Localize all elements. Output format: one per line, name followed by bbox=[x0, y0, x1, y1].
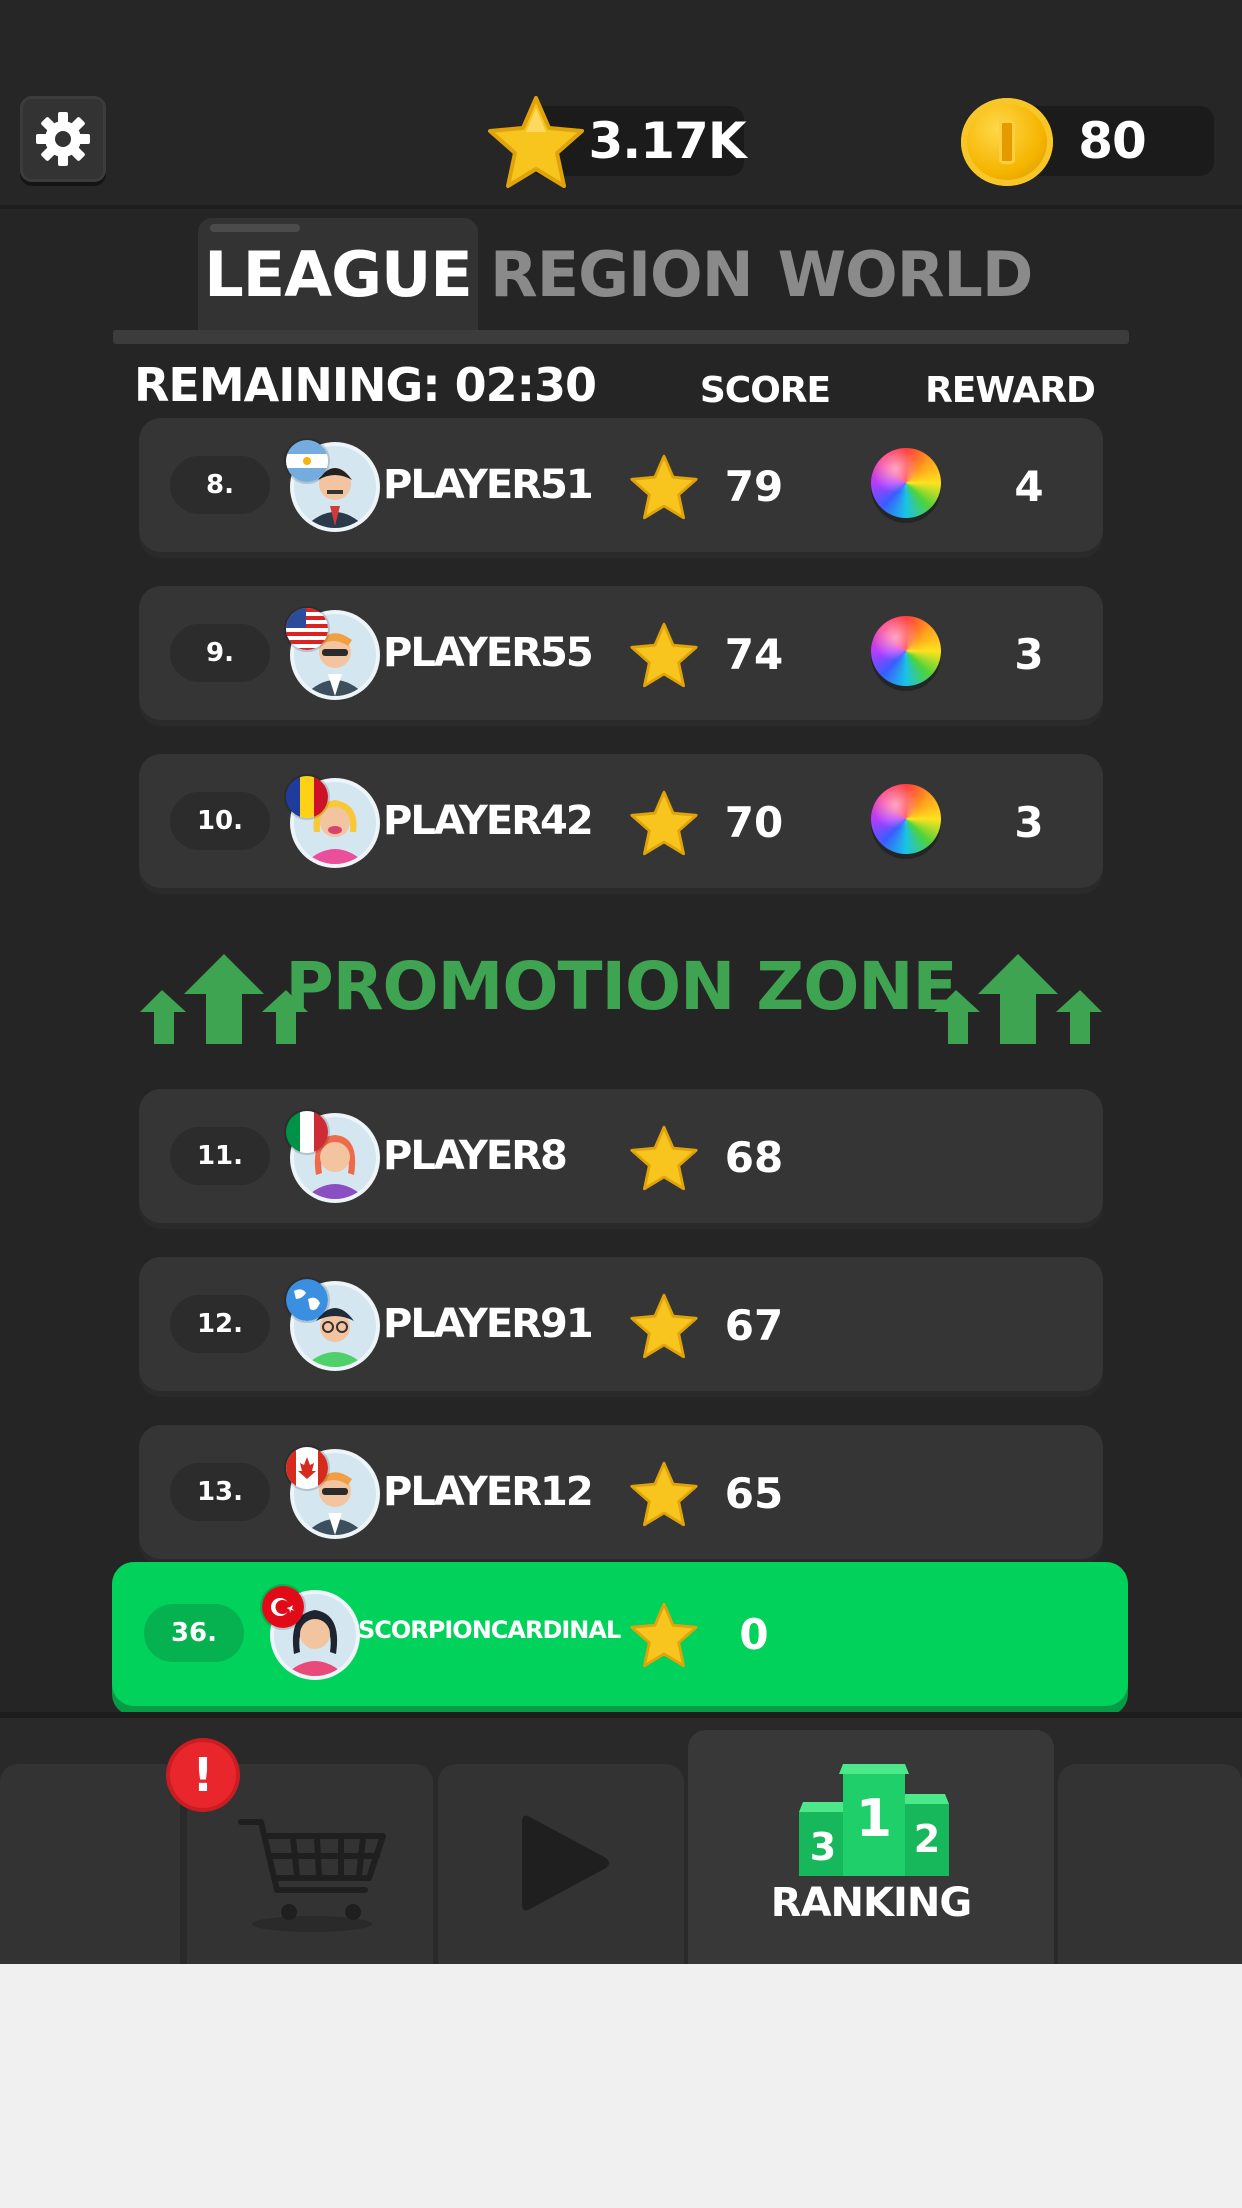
player-score: 74 bbox=[724, 630, 784, 679]
flag-argentina-icon bbox=[286, 440, 328, 482]
player-score: 70 bbox=[724, 798, 784, 847]
star-icon bbox=[630, 1461, 698, 1527]
podium-first: 1 bbox=[856, 1789, 892, 1849]
player-reward: 3 bbox=[1014, 798, 1044, 847]
flag-italy-icon bbox=[286, 1111, 328, 1153]
gear-icon bbox=[36, 112, 90, 166]
flag-turkey-icon bbox=[262, 1586, 304, 1628]
nav-left-edge[interactable] bbox=[0, 1764, 180, 1964]
player-score: 68 bbox=[724, 1133, 784, 1182]
rainbow-ball-icon bbox=[871, 784, 941, 854]
rank-badge: 9. bbox=[170, 624, 270, 682]
rank-badge: 10. bbox=[170, 792, 270, 850]
bottom-nav-divider bbox=[0, 1712, 1242, 1718]
rainbow-ball-icon bbox=[871, 616, 941, 686]
rank-badge: 13. bbox=[170, 1463, 270, 1521]
rank-badge: 12. bbox=[170, 1295, 270, 1353]
player-name: PLAYER55 bbox=[383, 630, 594, 676]
table-row[interactable]: 10. PLAYER42 70 3 bbox=[139, 754, 1103, 888]
play-icon bbox=[522, 1815, 609, 1911]
player-reward: 3 bbox=[1014, 630, 1044, 679]
top-bar-divider bbox=[0, 205, 1242, 209]
podium-icon: 1 3 2 bbox=[799, 1764, 949, 1876]
alert-badge: ! bbox=[170, 1742, 236, 1808]
empty-area bbox=[0, 1964, 1242, 2208]
player-score: 65 bbox=[724, 1469, 784, 1518]
shopping-cart-icon bbox=[238, 1819, 386, 1932]
nav-right-edge[interactable] bbox=[1058, 1764, 1242, 1964]
coin-icon bbox=[961, 98, 1053, 186]
score-header: SCORE bbox=[699, 370, 831, 411]
player-name: PLAYER51 bbox=[383, 462, 594, 508]
tab-world[interactable]: WORLD bbox=[775, 238, 1035, 311]
tab-league[interactable]: LEAGUE bbox=[198, 238, 478, 311]
player-name: PLAYER12 bbox=[383, 1469, 594, 1515]
table-row[interactable]: 13. PLAYER12 65 bbox=[139, 1425, 1103, 1559]
remaining-timer: REMAINING: 02:30 bbox=[134, 358, 597, 412]
table-row[interactable]: 12. PLAYER91 67 bbox=[139, 1257, 1103, 1391]
tab-shine bbox=[210, 224, 300, 232]
star-icon bbox=[630, 622, 698, 688]
podium-second: 2 bbox=[914, 1817, 940, 1861]
podium-third: 3 bbox=[810, 1825, 836, 1869]
tab-region[interactable]: REGION bbox=[490, 238, 754, 311]
my-rank-row[interactable]: 36. SCORPIONCARDINAL 0 bbox=[112, 1562, 1128, 1706]
globe-icon bbox=[286, 1279, 328, 1321]
player-score: 79 bbox=[724, 462, 784, 511]
stars-value: 3.17K bbox=[588, 112, 746, 170]
player-score: 67 bbox=[724, 1301, 784, 1350]
rainbow-ball-icon bbox=[871, 448, 941, 518]
flag-canada-icon bbox=[286, 1447, 328, 1489]
player-name: PLAYER91 bbox=[383, 1301, 594, 1347]
player-name: PLAYER42 bbox=[383, 798, 594, 844]
table-row[interactable]: 9. PLAYER55 74 3 bbox=[139, 586, 1103, 720]
star-icon bbox=[630, 454, 698, 520]
ranking-button[interactable]: 1 3 2 RANKING bbox=[688, 1730, 1054, 1964]
tab-underline bbox=[113, 330, 1129, 344]
rank-badge: 8. bbox=[170, 456, 270, 514]
star-icon bbox=[630, 1293, 698, 1359]
star-icon bbox=[630, 1125, 698, 1191]
flag-usa-icon bbox=[286, 608, 328, 650]
table-row[interactable]: 11. PLAYER8 68 bbox=[139, 1089, 1103, 1223]
table-row[interactable]: 8. PLAYER51 79 4 bbox=[139, 418, 1103, 552]
flag-romania-icon bbox=[286, 776, 328, 818]
player-name: PLAYER8 bbox=[383, 1133, 568, 1179]
star-icon bbox=[488, 96, 584, 188]
star-icon bbox=[630, 1602, 698, 1668]
player-name: SCORPIONCARDINAL bbox=[358, 1616, 621, 1644]
player-reward: 4 bbox=[1014, 462, 1044, 511]
settings-button[interactable] bbox=[20, 96, 106, 182]
ranking-label: RANKING bbox=[770, 1880, 972, 1926]
coins-value: 80 bbox=[1078, 112, 1147, 170]
player-score: 0 bbox=[739, 1610, 769, 1659]
rank-badge: 36. bbox=[144, 1604, 244, 1662]
reward-header: REWARD bbox=[925, 370, 1096, 411]
star-icon bbox=[630, 790, 698, 856]
rank-badge: 11. bbox=[170, 1127, 270, 1185]
play-button[interactable] bbox=[438, 1764, 684, 1964]
up-arrows-right-icon bbox=[934, 954, 1102, 1044]
